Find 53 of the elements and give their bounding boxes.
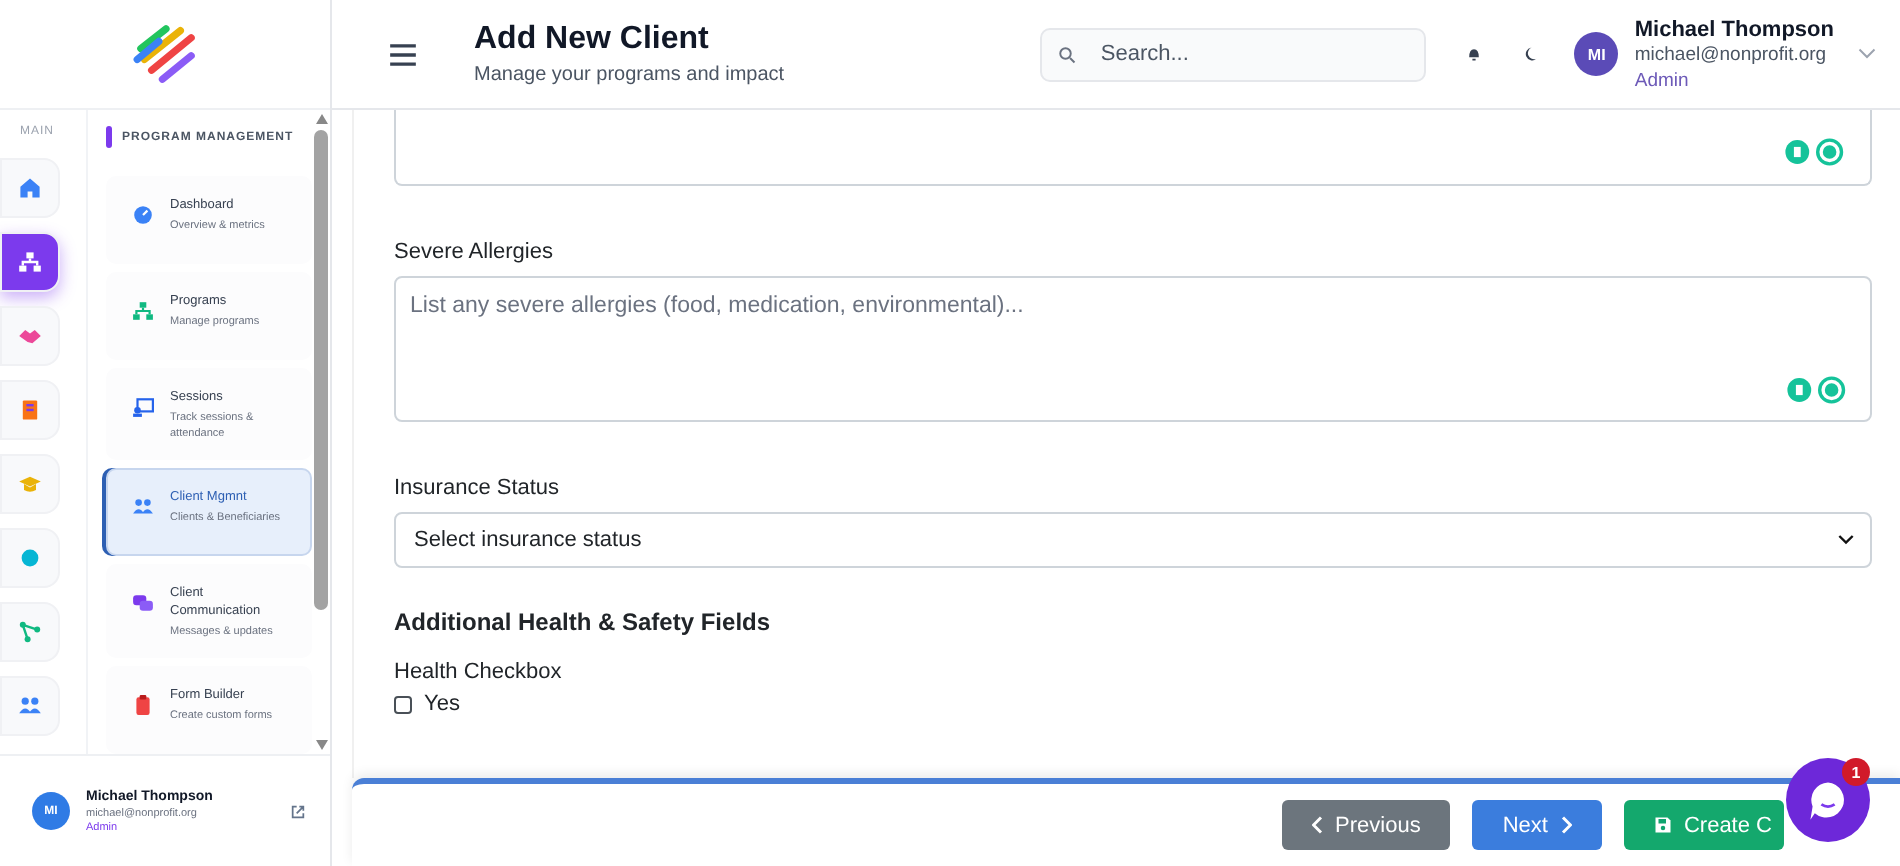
next-button[interactable]: Next (1472, 800, 1602, 850)
globe-icon (18, 546, 42, 570)
chat-bubbles-icon (132, 592, 154, 614)
select-field[interactable]: Select insurance status (394, 512, 1872, 568)
page-subtitle: Manage your programs and impact (474, 64, 787, 86)
section-heading: Additional Health & Safety Fields (394, 608, 773, 636)
field-label: Insurance Status (394, 476, 562, 500)
user-name: Michael Thompson (1634, 17, 1834, 41)
chevron-right-icon (1559, 816, 1572, 834)
field-label: Health Checkbox (394, 660, 564, 684)
sitemap-icon (18, 250, 42, 274)
chevron-down-icon (1858, 48, 1876, 60)
home-icon (18, 176, 42, 200)
text-area[interactable]: List any severe allergies (food, medication, environmental)... (394, 276, 1872, 422)
building-icon (18, 398, 42, 422)
clipboard-icon (132, 694, 154, 716)
bell-icon (1466, 46, 1483, 62)
chevron-left-icon (1311, 816, 1324, 834)
graduation-cap-icon (18, 472, 42, 496)
moon-icon (1522, 46, 1539, 62)
external-link-icon (290, 803, 306, 819)
previous-button[interactable]: Previous (1281, 800, 1451, 850)
checkbox-label: Yes (424, 692, 460, 716)
scrollbar[interactable] (312, 110, 330, 754)
chevron-down-icon (1838, 534, 1854, 546)
search-bar[interactable]: Search... (1040, 27, 1427, 81)
presentation-icon (132, 396, 154, 418)
stripes-logo-icon (129, 22, 201, 86)
page-title: Add New Client (474, 22, 711, 58)
search-field[interactable]: Search... (1096, 40, 1409, 68)
notification-badge: 1 (1842, 758, 1870, 786)
gauge-icon (132, 204, 154, 226)
sitemap-icon (132, 300, 154, 322)
user-role: Admin (1634, 69, 1691, 91)
nav-icon-button[interactable] (0, 306, 60, 366)
user-email: michael@nonprofit.org (1634, 43, 1829, 65)
nav-icon-button[interactable] (0, 528, 60, 588)
nav-icon-button[interactable] (0, 158, 60, 218)
save-icon (1653, 816, 1672, 834)
speech-bubble-icon (1806, 778, 1850, 822)
field-label: Severe Allergies (394, 240, 555, 264)
search-icon (1058, 45, 1077, 63)
avatar: MI (1574, 32, 1619, 76)
nav-icon-button[interactable] (0, 380, 60, 440)
nav-icon-button[interactable] (0, 602, 60, 662)
user-menu[interactable]: MI Michael Thompson michael@nonprofit.org Admin (1574, 17, 1876, 91)
checkbox[interactable] (394, 695, 412, 713)
branch-icon (18, 620, 42, 644)
nav-icon-button[interactable] (0, 676, 60, 736)
nav-icon-button[interactable] (0, 232, 60, 292)
users-icon (18, 694, 42, 718)
users-icon (132, 496, 154, 518)
menu-icon (390, 43, 416, 65)
